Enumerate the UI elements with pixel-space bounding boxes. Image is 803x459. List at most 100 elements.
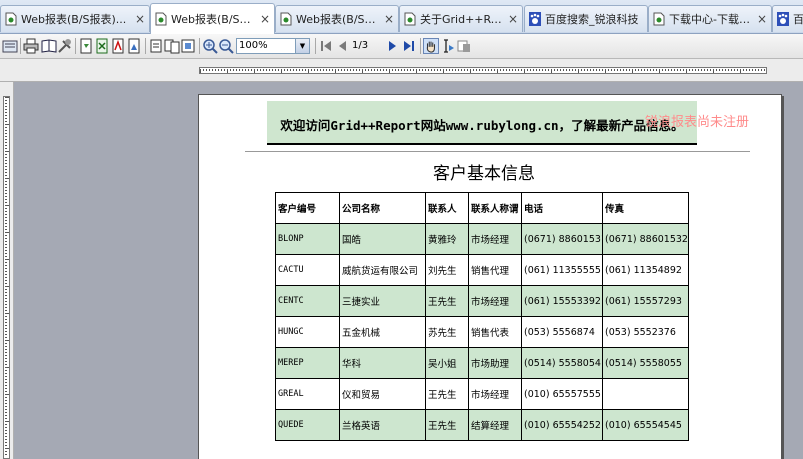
ruler-tick: [5, 148, 7, 149]
column-header: 联系人: [425, 192, 469, 224]
ruler-tick: [5, 136, 7, 137]
zoom-in-icon[interactable]: [202, 38, 218, 54]
page-icon: [5, 12, 17, 26]
preview-canvas[interactable]: 欢迎访问Grid++Report网站www.rubylong.cn，了解最新产品…: [14, 82, 803, 459]
first-page-icon[interactable]: [318, 38, 334, 54]
ruler-tick: [527, 69, 528, 71]
table-cell: 威航货运有限公司: [339, 254, 426, 286]
ruler-tick: [5, 379, 7, 380]
chevron-down-icon[interactable]: ▼: [295, 39, 309, 53]
zoom-out-icon[interactable]: [218, 38, 234, 54]
ruler-tick: [5, 370, 7, 371]
ruler-tick: [596, 69, 597, 71]
ruler-tick: [728, 69, 729, 71]
ruler-tick: [281, 69, 282, 73]
ruler-tick: [608, 69, 609, 71]
zoom-select[interactable]: 100% ▼: [236, 38, 310, 54]
tab-4[interactable]: 关于Grid++Report5... ×: [399, 5, 523, 32]
export-excel-icon[interactable]: [94, 38, 110, 54]
ruler-tick: [554, 69, 555, 71]
tab-2[interactable]: Web报表(B/S报表)... ×: [150, 3, 275, 34]
ruler-tick: [734, 69, 735, 71]
snapshot-icon[interactable]: [456, 38, 472, 54]
table-cell: MEREP: [275, 347, 340, 379]
ruler-tick: [614, 69, 615, 71]
tab-label: 下载中心-下载报表组...: [669, 13, 753, 26]
hand-pan-icon[interactable]: [423, 38, 439, 54]
ruler-tick: [581, 69, 582, 71]
ruler-tick: [5, 187, 7, 188]
export-image-icon[interactable]: [126, 38, 142, 54]
ruler-tick: [5, 259, 9, 260]
ruler-tick: [5, 289, 7, 290]
fit-page-icon[interactable]: [180, 38, 196, 54]
tab-1[interactable]: Web报表(B/S报表)... ×: [0, 5, 150, 32]
ruler-tick: [362, 69, 363, 73]
multi-page-icon[interactable]: [164, 38, 180, 54]
export-pdf-icon[interactable]: [110, 38, 126, 54]
ruler-tick: [230, 69, 231, 71]
ruler-tick: [5, 118, 7, 119]
ruler-tick: [5, 286, 9, 287]
ruler-tick: [482, 69, 483, 71]
table-cell: (061) 11354892: [602, 254, 689, 286]
close-icon[interactable]: ×: [135, 12, 145, 26]
close-icon[interactable]: ×: [384, 12, 394, 26]
tab-7[interactable]: 百: [772, 5, 803, 32]
table-cell: 市场经理: [468, 378, 522, 410]
ruler-tick: [338, 69, 339, 71]
ruler-tick: [5, 271, 7, 272]
table-cell: 仪和贸易: [339, 378, 426, 410]
column-header: 电话: [521, 192, 603, 224]
ruler-tick: [5, 247, 7, 248]
table-cell: (061) 15553392: [521, 285, 603, 317]
ruler-tick: [386, 69, 387, 71]
ruler-tick: [5, 244, 7, 245]
tab-6[interactable]: 下载中心-下载报表组... ×: [648, 5, 772, 32]
close-icon[interactable]: ×: [508, 12, 518, 26]
export-icon[interactable]: [78, 38, 94, 54]
single-page-icon[interactable]: [148, 38, 164, 54]
ruler-tick: [683, 69, 684, 71]
ruler-tick: [605, 69, 606, 73]
ruler-tick: [221, 69, 222, 71]
ruler-tick: [5, 397, 7, 398]
tab-3[interactable]: Web报表(B/S报表)... ×: [275, 5, 399, 32]
ruler-track: [199, 67, 767, 74]
ruler-tick: [5, 349, 7, 350]
tab-5[interactable]: 百度搜索_锐浪科技: [524, 5, 648, 32]
previous-page-icon[interactable]: [334, 38, 350, 54]
table-cell: 王先生: [425, 378, 469, 410]
ruler-tick: [752, 69, 753, 71]
last-page-icon[interactable]: [401, 38, 417, 54]
ruler-tick: [245, 69, 246, 71]
print-icon[interactable]: [23, 38, 39, 54]
ruler-tick: [458, 69, 459, 71]
page-indicator[interactable]: 1/3: [352, 40, 368, 51]
ruler-tick: [347, 69, 348, 71]
ruler-tick: [5, 178, 9, 179]
print-preview-icon[interactable]: [41, 38, 57, 54]
ruler-tick: [689, 69, 690, 71]
report-properties-icon[interactable]: [2, 38, 18, 54]
ruler-tick: [5, 394, 9, 395]
ruler-tick: [740, 69, 741, 73]
ruler-tick: [5, 442, 7, 443]
ruler-tick: [611, 69, 612, 71]
table-cell: 五金机械: [339, 316, 426, 348]
ruler-tick: [332, 69, 333, 71]
ruler-tick: [455, 69, 456, 71]
ruler-tick: [317, 69, 318, 71]
text-select-icon[interactable]: [440, 38, 456, 54]
next-page-icon[interactable]: [385, 38, 401, 54]
close-icon[interactable]: ×: [757, 12, 767, 26]
ruler-tick: [284, 69, 285, 71]
ruler-tick: [380, 69, 381, 71]
ruler-tick: [500, 69, 501, 71]
ruler-tick: [653, 69, 654, 71]
tab-strip: Web报表(B/S报表)...×Web报表(B/S报表)...×Web报表(B/…: [0, 0, 803, 34]
page-setup-icon[interactable]: [57, 38, 73, 54]
ruler-tick: [5, 202, 7, 203]
close-icon[interactable]: ×: [260, 12, 270, 26]
ruler-tick: [5, 331, 7, 332]
